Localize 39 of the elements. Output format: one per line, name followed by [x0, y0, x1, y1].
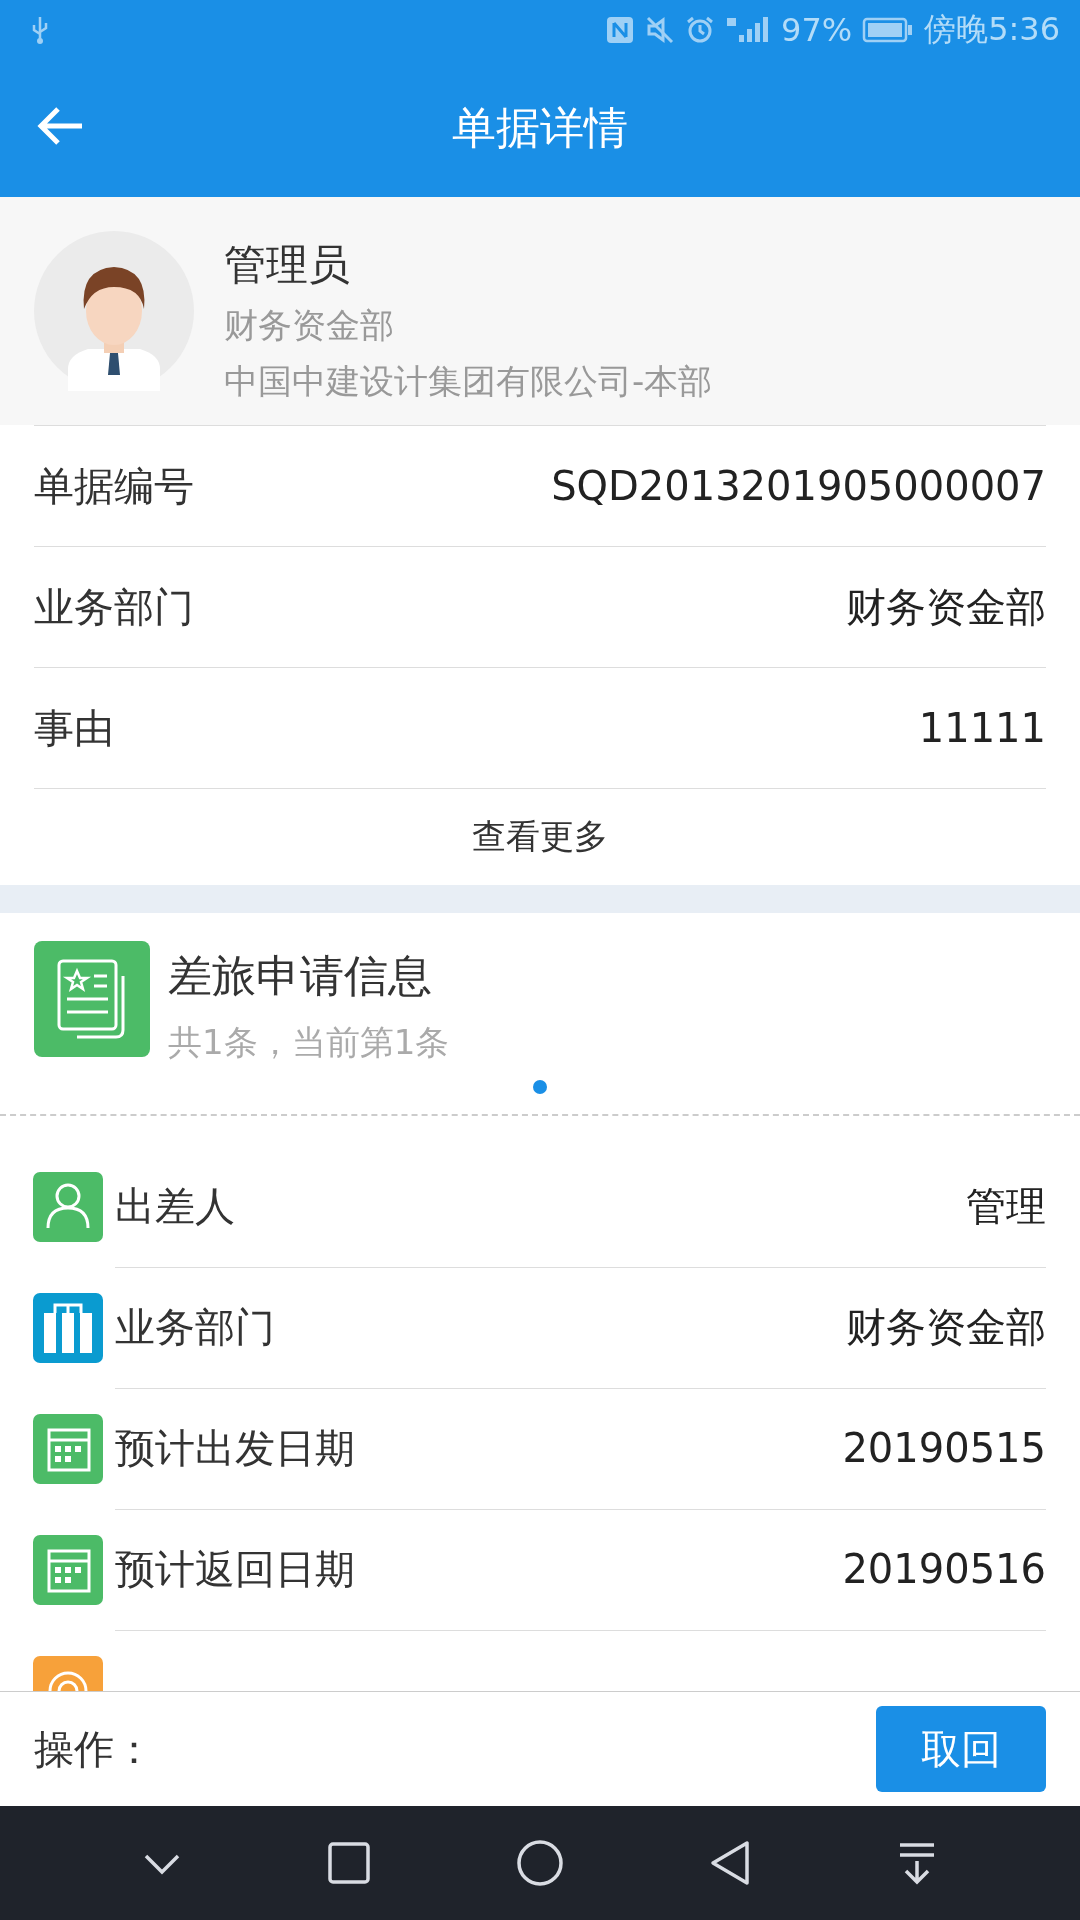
detail-value: 20190516 [842, 1546, 1046, 1592]
detail-value: 管理 [966, 1181, 1046, 1231]
section-count: 共1条，当前第1条 [168, 1021, 450, 1064]
battery-icon [862, 16, 915, 44]
signal-icon [725, 15, 771, 45]
org-chart-icon [33, 1292, 103, 1363]
home-icon[interactable] [516, 1839, 564, 1887]
user-name: 管理员 [224, 239, 351, 291]
avatar-icon [34, 231, 194, 391]
field-value: 11111 [918, 705, 1046, 751]
field-label: 事由 [34, 703, 114, 753]
calendar-icon [33, 1534, 103, 1605]
battery-percent: 97% [781, 11, 853, 49]
detail-label: 预计出发日期 [115, 1423, 355, 1473]
detail-value: 20190515 [842, 1425, 1046, 1471]
detail-label: 业务部门 [115, 1302, 275, 1352]
field-label: 业务部门 [34, 582, 194, 632]
page-title: 单据详情 [452, 101, 628, 155]
user-department: 财务资金部 [224, 304, 395, 347]
detail-value: 财务资金部 [846, 1302, 1046, 1352]
document-icon [34, 941, 150, 1057]
clock-time: 傍晚5:36 [924, 9, 1060, 50]
detail-label: 出差人 [115, 1181, 235, 1231]
nfc-icon [605, 15, 635, 45]
field-label: 单据编号 [34, 461, 194, 511]
view-more-link[interactable]: 查看更多 [472, 814, 608, 860]
mute-icon [645, 15, 675, 45]
alarm-icon [685, 15, 715, 45]
field-value: SQD2013201905000007 [551, 463, 1046, 509]
action-label: 操作： [34, 1724, 154, 1774]
section-title: 差旅申请信息 [168, 949, 433, 1003]
field-value: 财务资金部 [846, 582, 1046, 632]
calendar-icon [33, 1413, 103, 1484]
usb-icon [30, 15, 50, 45]
back-icon[interactable] [708, 1839, 751, 1887]
user-company: 中国中建设计集团有限公司-本部 [224, 360, 713, 403]
detail-label: 预计返回日期 [115, 1544, 355, 1594]
recent-apps-icon[interactable] [327, 1841, 372, 1885]
person-icon [33, 1171, 103, 1242]
